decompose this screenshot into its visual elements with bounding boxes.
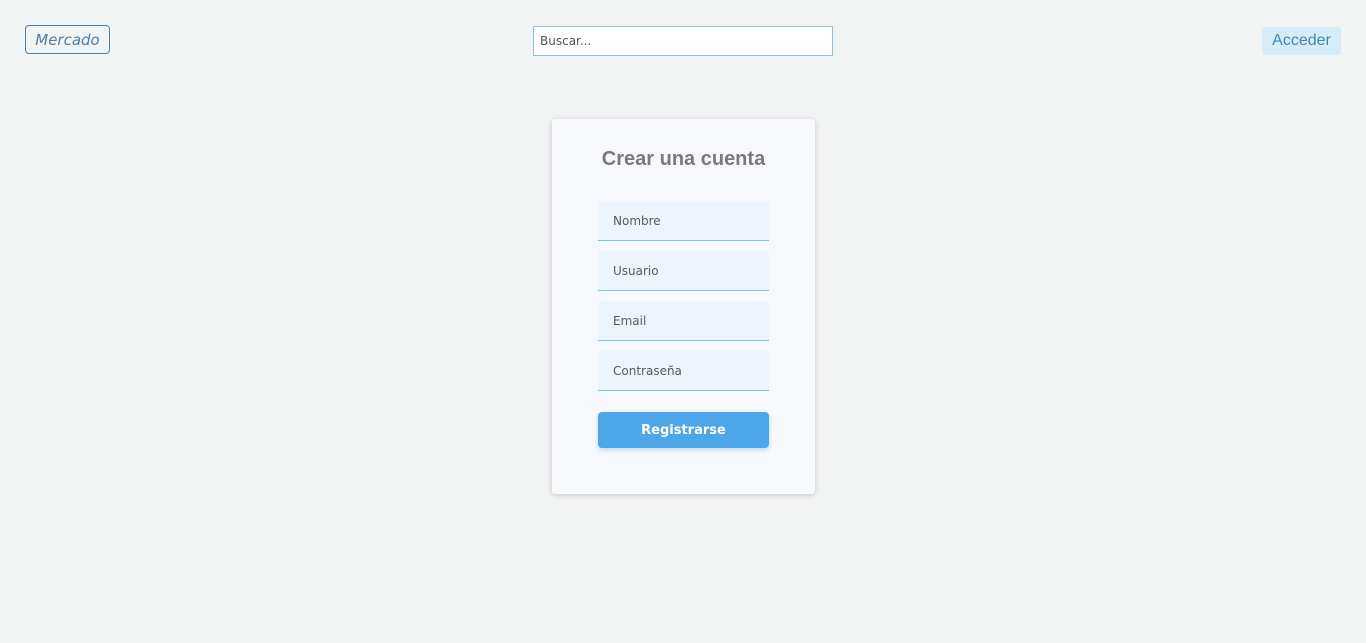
logo-link[interactable]: Mercado [25,25,110,54]
register-button[interactable]: Registrarse [598,412,769,448]
search-input[interactable] [533,26,833,56]
signup-card: Crear una cuenta Registrarse [552,119,815,494]
username-field[interactable] [598,251,769,291]
name-field[interactable] [598,201,769,241]
form-title: Crear una cuenta [601,148,766,170]
password-field[interactable] [598,351,769,391]
login-link[interactable]: Acceder [1262,27,1341,55]
email-field[interactable] [598,301,769,341]
